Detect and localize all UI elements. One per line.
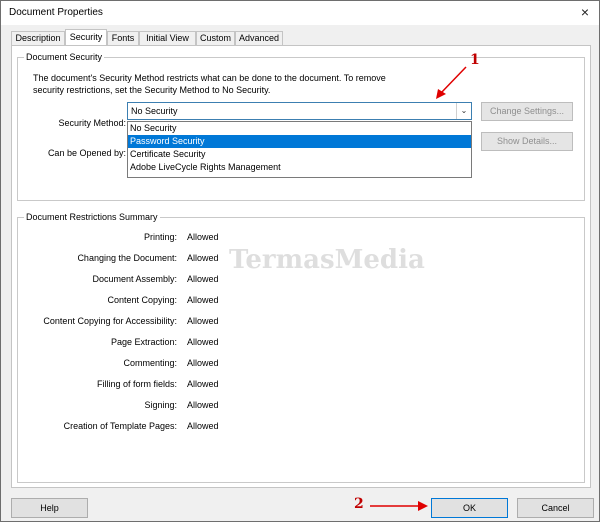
- cancel-button[interactable]: Cancel: [517, 498, 594, 518]
- annotation-marker-1: 1: [470, 52, 480, 68]
- content-copying-value: Allowed: [187, 295, 219, 305]
- option-certificate-security[interactable]: Certificate Security: [128, 148, 471, 161]
- signing-label: Signing:: [144, 400, 177, 410]
- document-properties-dialog: Document Properties × Description Securi…: [0, 0, 600, 522]
- content-copying-accessibility-label: Content Copying for Accessibility:: [43, 316, 177, 326]
- tab-advanced[interactable]: Advanced: [235, 31, 283, 45]
- tab-initial-view[interactable]: Initial View: [139, 31, 196, 45]
- change-settings-button[interactable]: Change Settings...: [481, 102, 573, 121]
- commenting-value: Allowed: [187, 358, 219, 368]
- security-description-line-1: The document's Security Method restricts…: [33, 73, 386, 83]
- signing-value: Allowed: [187, 400, 219, 410]
- tab-description[interactable]: Description: [11, 31, 65, 45]
- document-security-heading: Document Security: [24, 52, 105, 62]
- restrictions-summary-heading: Document Restrictions Summary: [24, 212, 160, 222]
- show-details-button[interactable]: Show Details...: [481, 132, 573, 151]
- content-copying-accessibility-value: Allowed: [187, 316, 219, 326]
- chevron-down-icon[interactable]: ⌄: [456, 103, 471, 119]
- commenting-label: Commenting:: [123, 358, 177, 368]
- printing-value: Allowed: [187, 232, 219, 242]
- security-method-dropdown: No Security Password Security Certificat…: [127, 121, 472, 178]
- security-description-line-2: security restrictions, set the Security …: [33, 85, 271, 95]
- template-pages-value: Allowed: [187, 421, 219, 431]
- printing-label: Printing:: [143, 232, 177, 242]
- page-extraction-label: Page Extraction:: [110, 337, 177, 347]
- changing-document-value: Allowed: [187, 253, 219, 263]
- dialog-title: Document Properties: [9, 7, 103, 18]
- filling-form-fields-value: Allowed: [187, 379, 219, 389]
- security-method-select[interactable]: No Security ⌄: [127, 102, 472, 120]
- option-password-security[interactable]: Password Security: [128, 135, 471, 148]
- security-method-value: No Security: [131, 106, 178, 116]
- close-icon[interactable]: ×: [577, 3, 593, 21]
- document-assembly-label: Document Assembly:: [92, 274, 177, 284]
- help-button[interactable]: Help: [11, 498, 88, 518]
- filling-form-fields-label: Filling of form fields:: [96, 379, 177, 389]
- tab-security[interactable]: Security: [65, 29, 107, 46]
- content-copying-label: Content Copying:: [107, 295, 177, 305]
- option-adobe-livecycle[interactable]: Adobe LiveCycle Rights Management: [128, 161, 471, 174]
- template-pages-label: Creation of Template Pages:: [63, 421, 177, 431]
- tab-custom[interactable]: Custom: [196, 31, 235, 45]
- changing-document-label: Changing the Document:: [77, 253, 177, 263]
- ok-button[interactable]: OK: [431, 498, 508, 518]
- tab-fonts[interactable]: Fonts: [107, 31, 139, 45]
- can-be-opened-by-label: Can be Opened by:: [47, 148, 126, 158]
- document-assembly-value: Allowed: [187, 274, 219, 284]
- watermark: TermasMedia: [229, 245, 425, 275]
- title-bar: Document Properties ×: [1, 1, 599, 25]
- page-extraction-value: Allowed: [187, 337, 219, 347]
- option-no-security[interactable]: No Security: [128, 122, 471, 135]
- annotation-marker-2: 2: [354, 496, 364, 512]
- security-method-label: Security Method:: [58, 118, 126, 128]
